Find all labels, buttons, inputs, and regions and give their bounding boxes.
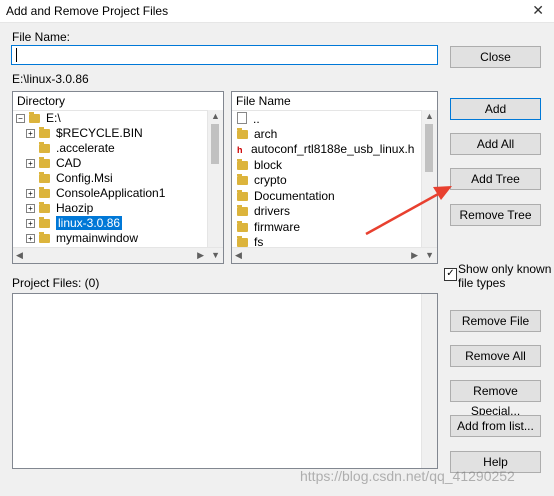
watermark: https://blog.csdn.net/qq_41290252: [300, 468, 515, 484]
annotation-arrow: [365, 186, 452, 236]
